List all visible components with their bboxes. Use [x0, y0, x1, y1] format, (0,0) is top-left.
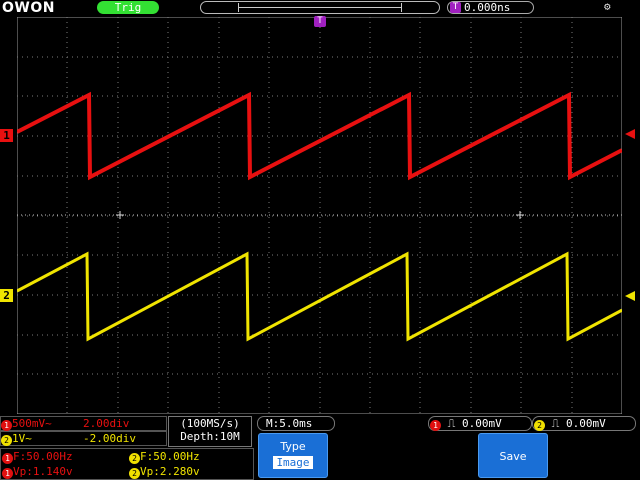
ch1-vp: Vp:1.140v — [13, 465, 73, 478]
trigger-time-marker[interactable]: T — [314, 16, 326, 27]
memory-window-left-tick — [238, 3, 239, 12]
type-softkey[interactable]: Type Image — [258, 433, 328, 478]
ch1-offset: 2.00div — [83, 417, 130, 430]
ch2-frequency-measure: 2 F:50.00Hz — [129, 450, 200, 464]
trigger-position-value: 0.000ns — [464, 1, 511, 14]
ch2-trigger-level-arrow[interactable] — [624, 290, 636, 302]
ch2-measure-badge: 2 — [129, 453, 140, 464]
ch1-trigger-readout[interactable]: 1 ⎍ 0.00mV — [428, 416, 532, 431]
memory-track-line — [239, 7, 401, 8]
gear-icon[interactable]: ⚙ — [604, 1, 616, 13]
memory-window-right-tick — [401, 3, 402, 12]
memory-depth: Depth:10M — [180, 430, 240, 443]
ch1-trigger-level: 0.00mV — [461, 417, 502, 430]
ch1-scale: 500mV~ — [12, 417, 52, 430]
ch2-trigger-level: 0.00mV — [565, 417, 606, 430]
trigger-position-badge: T — [450, 2, 461, 13]
trigger-status-badge[interactable]: Trig — [97, 1, 159, 14]
ch2-scale: 1V~ — [12, 432, 32, 445]
ch1-measure-badge: 1 — [2, 453, 13, 464]
acquisition-info: (100MS/s) Depth:10M — [168, 416, 252, 447]
measurements-panel: 1 F:50.00Hz 1 Vp:1.140v 2 F:50.00Hz 2 Vp:2.2… — [0, 448, 254, 480]
ch1-measure-badge: 1 — [2, 468, 13, 479]
ch2-offset: -2.00div — [83, 432, 136, 445]
timebase-readout[interactable]: M:5.0ms — [257, 416, 335, 431]
ch1-trigger-badge: 1 — [430, 420, 441, 431]
type-value: Image — [273, 456, 313, 469]
ch1-settings[interactable]: 1 500mV~ 2.00div — [0, 416, 167, 431]
ch2-vp: Vp:2.280v — [140, 465, 200, 478]
ch2-settings[interactable]: 2 1V~ -2.00div — [0, 431, 167, 446]
brand-logo: OWON — [2, 0, 55, 16]
horizontal-position-bar[interactable] — [200, 1, 440, 14]
ch1-offset-marker[interactable]: 1 — [0, 129, 13, 142]
top-status-bar: OWON Trig T 0.000ns ⚙ — [0, 0, 640, 16]
ch1-frequency: F:50.00Hz — [13, 450, 73, 463]
waveform-display — [17, 17, 622, 414]
trigger-position-readout[interactable]: T 0.000ns — [447, 1, 534, 14]
ch2-vp-measure: 2 Vp:2.280v — [129, 465, 200, 479]
ch2-trigger-badge: 2 — [534, 420, 545, 431]
rising-edge-icon: ⎍ — [447, 417, 456, 430]
ch2-trigger-readout[interactable]: 2 ⎍ 0.00mV — [532, 416, 636, 431]
ch2-offset-marker[interactable]: 2 — [0, 289, 13, 302]
ch1-trigger-level-arrow[interactable] — [624, 128, 636, 140]
save-button[interactable]: Save — [478, 433, 548, 478]
ch2-measure-badge: 2 — [129, 468, 140, 479]
ch1-frequency-measure: 1 F:50.00Hz — [2, 450, 73, 464]
ch1-vp-measure: 1 Vp:1.140v — [2, 465, 73, 479]
ch1-badge: 1 — [1, 420, 12, 431]
ch2-frequency: F:50.00Hz — [140, 450, 200, 463]
type-label: Type — [280, 440, 306, 453]
sample-rate: (100MS/s) — [180, 417, 240, 430]
rising-edge-icon: ⎍ — [551, 417, 560, 430]
ch2-badge: 2 — [1, 435, 12, 446]
